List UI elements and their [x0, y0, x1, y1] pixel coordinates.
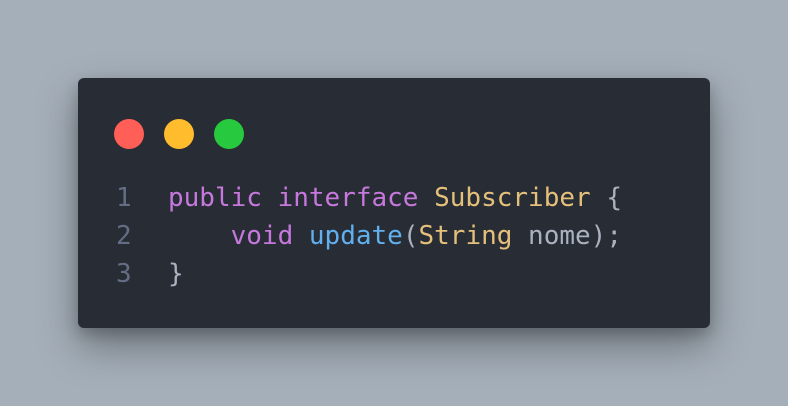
code-window: 1 public interface Subscriber {2 void upd…: [78, 78, 710, 328]
code-token-function: update: [308, 221, 403, 251]
minimize-window-button[interactable]: [164, 119, 194, 149]
code-token-plain: nome);: [512, 221, 622, 251]
code-token-keyword: void: [230, 221, 294, 251]
page-stage: 1 public interface Subscriber {2 void upd…: [0, 0, 788, 406]
close-window-button[interactable]: [114, 119, 144, 149]
code-token-plain: {: [590, 183, 622, 213]
code-token-type: Subscriber: [434, 183, 591, 213]
code-token-plain: }: [168, 259, 184, 289]
code-token-keyword: interface: [277, 183, 419, 213]
code-block: 1 public interface Subscriber {2 void upd…: [78, 179, 710, 293]
code-line-content: void update(String nome);: [168, 217, 622, 255]
zoom-window-button[interactable]: [214, 119, 244, 149]
line-number: 1: [116, 183, 132, 213]
code-token-type: String: [418, 221, 513, 251]
code-line: 2 void update(String nome);: [78, 217, 710, 255]
code-token-plain: (: [402, 221, 419, 251]
code-line: 1 public interface Subscriber {: [78, 179, 710, 217]
line-number: 3: [116, 259, 132, 289]
code-token-keyword: public: [168, 183, 262, 213]
line-number: 2: [116, 221, 132, 251]
code-line-content: }: [168, 255, 184, 293]
code-line-content: public interface Subscriber {: [168, 179, 622, 217]
code-line: 3}: [78, 255, 710, 293]
